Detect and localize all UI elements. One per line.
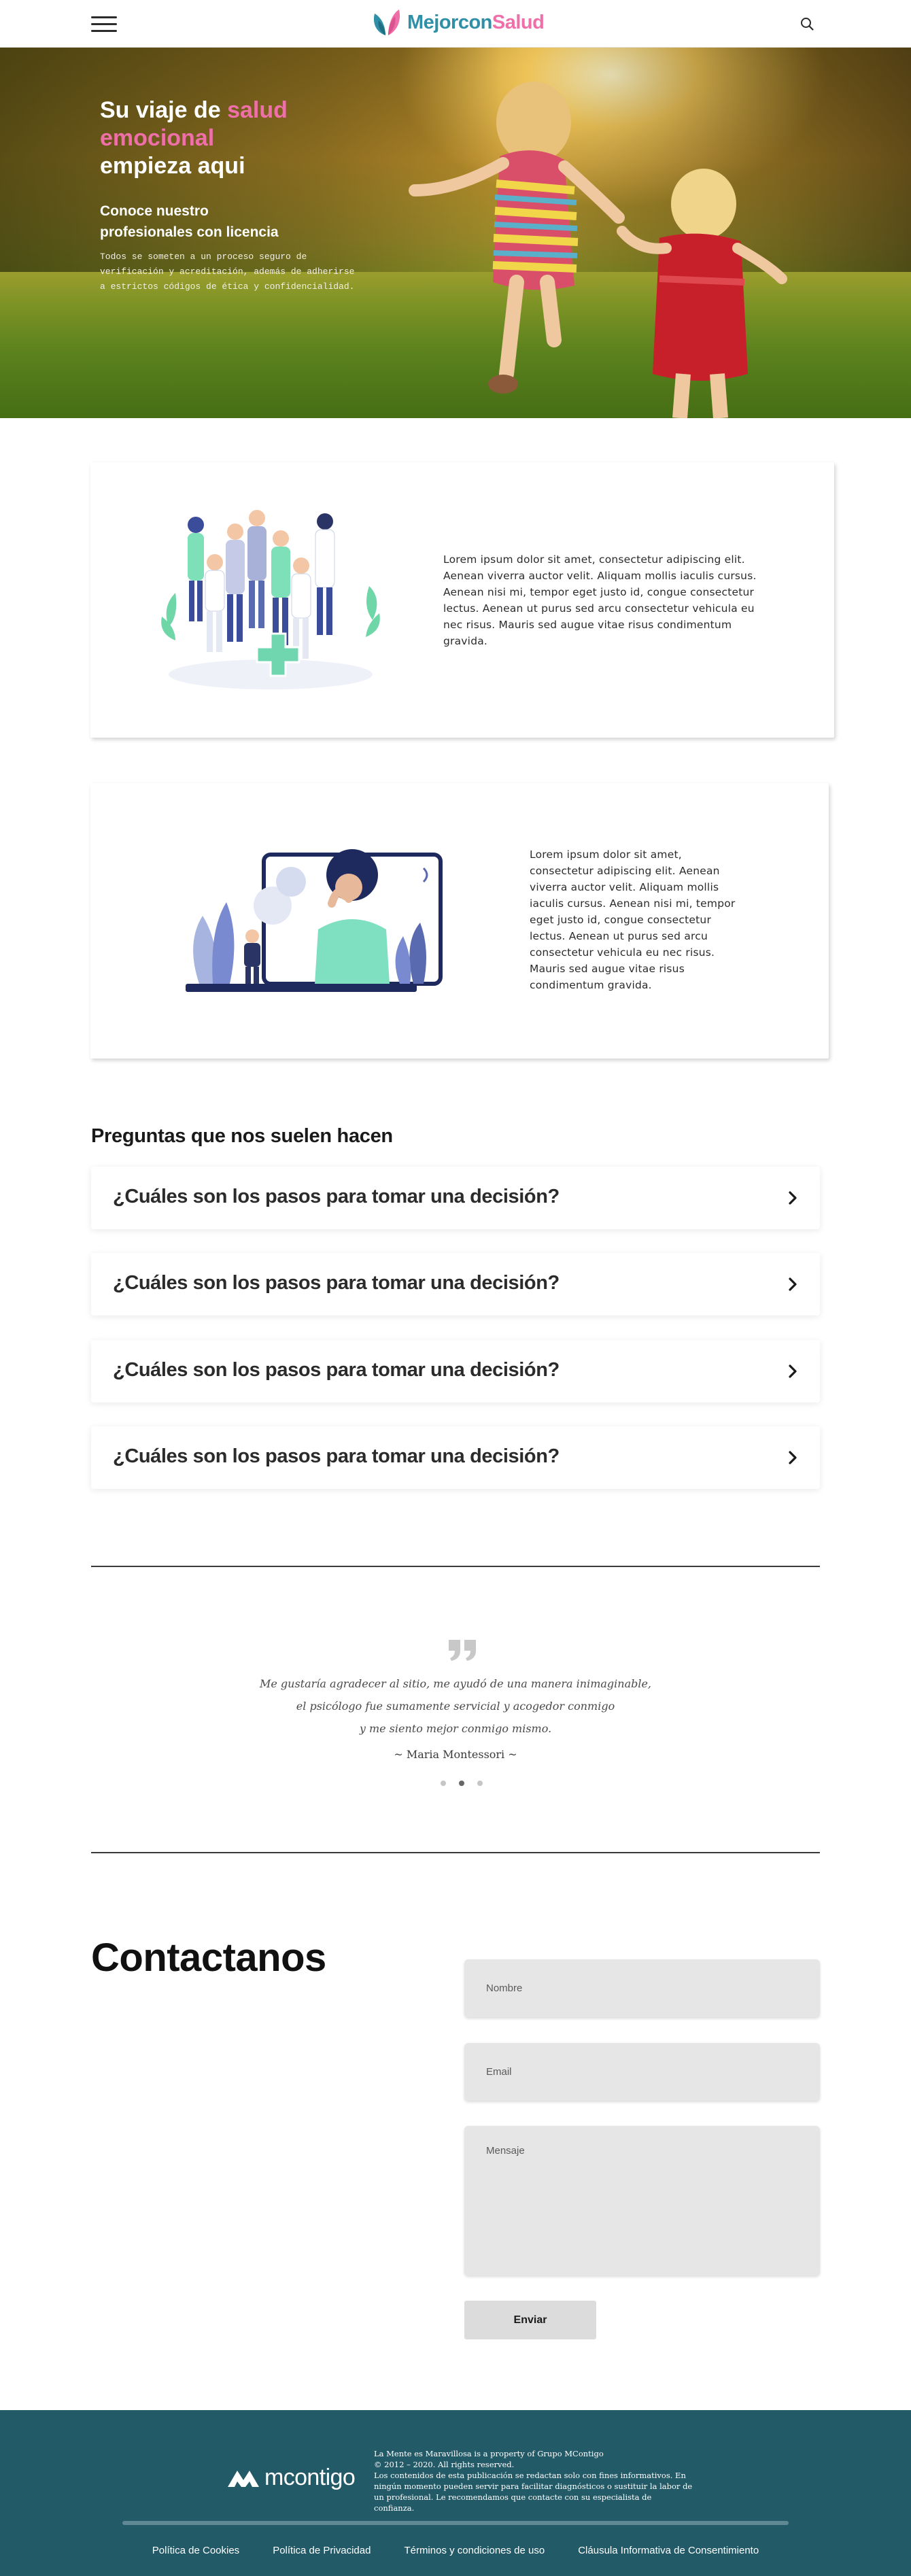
footer-logo[interactable]: mcontigo (226, 2465, 356, 2491)
faq-question: ¿Cuáles son los pasos para tomar una dec… (113, 1445, 560, 1467)
message-input[interactable] (464, 2126, 820, 2276)
logo-word-con: con (458, 11, 493, 33)
hero-title-highlight-emocional: emocional (100, 125, 215, 151)
testimonial-line2: el psicólogo fue sumamente servicial y a… (296, 1700, 615, 1713)
faq-question: ¿Cuáles son los pasos para tomar una dec… (113, 1186, 560, 1207)
chevron-right-icon (789, 1191, 797, 1205)
hero-title: Su viaje de salud emocional empieza aqui (100, 97, 331, 180)
faq-title: Preguntas que nos suelen hacen (91, 1125, 393, 1147)
carousel-dot-2[interactable] (459, 1781, 464, 1786)
video-consultation-illustration (186, 849, 443, 992)
faq-question: ¿Cuáles son los pasos para tomar una dec… (113, 1359, 560, 1381)
footer-link-privacy[interactable]: Política de Privacidad (273, 2545, 371, 2556)
contact-title: Contactanos (91, 1936, 326, 1980)
testimonial-quote: Me gustaría agradecer al sitio, me ayudó… (204, 1672, 707, 1740)
faq-item-3[interactable]: ¿Cuáles son los pasos para tomar una dec… (91, 1340, 820, 1403)
butterfly-icon (373, 10, 400, 35)
hamburger-menu-icon[interactable] (91, 16, 117, 34)
testimonial-author: ~ Maria Montessori ~ (394, 1748, 517, 1761)
faq-item-4[interactable]: ¿Cuáles son los pasos para tomar una dec… (91, 1426, 820, 1489)
hero-description: Todos se someten a un proceso seguro de … (100, 252, 355, 292)
chevron-right-icon (789, 1277, 797, 1291)
medical-team-illustration (161, 510, 380, 689)
children-running-image (409, 82, 787, 418)
chevron-right-icon (789, 1451, 797, 1464)
testimonial-line3: y me siento mejor conmigo mismo. (359, 1722, 552, 1735)
carousel-dot-3[interactable] (477, 1781, 483, 1786)
testimonial-line1: Me gustaría agradecer al sitio, me ayudó… (259, 1677, 652, 1690)
mcontigo-logo-icon (228, 2470, 259, 2487)
hero-subtitle-line2: profesionales con licencia (100, 224, 279, 240)
search-icon[interactable] (800, 16, 814, 31)
hero-title-highlight-salud: salud (227, 97, 288, 123)
feature-text: Lorem ipsum dolor sit amet, consectetur … (530, 848, 736, 991)
footer-link-cookies[interactable]: Política de Cookies (152, 2545, 239, 2556)
hero-title-suffix: empieza aqui (100, 153, 245, 179)
email-input[interactable] (464, 2043, 820, 2101)
footer-info-line2: © 2012 – 2020. All rights reserved. (374, 2460, 515, 2469)
quote-icon (449, 1640, 476, 1661)
faq-item-1[interactable]: ¿Cuáles son los pasos para tomar una dec… (91, 1167, 820, 1229)
send-button[interactable]: Enviar (464, 2301, 596, 2339)
footer-links: Política de Cookies Política de Privacid… (0, 2545, 911, 2556)
footer-info-line3: Los contenidos de esta publicación se re… (374, 2471, 693, 2513)
hero-banner: Su viaje de salud emocional empieza aqui… (0, 48, 911, 418)
site-header: MejorconSalud (0, 0, 911, 48)
hero-subtitle: Conoce nuestro profesionales con licenci… (100, 201, 304, 243)
feature-text: Lorem ipsum dolor sit amet, consectetur … (443, 553, 757, 647)
site-footer: mcontigo La Mente es Maravillosa is a pr… (0, 2410, 911, 2576)
site-logo[interactable]: MejorconSalud (371, 5, 545, 39)
footer-link-consent[interactable]: Cláusula Informativa de Consentimiento (578, 2545, 759, 2556)
chevron-right-icon (789, 1364, 797, 1378)
footer-info: La Mente es Maravillosa is a property of… (374, 2448, 693, 2513)
footer-info-line1: La Mente es Maravillosa is a property of… (374, 2449, 604, 2458)
feature-card-consultation: Lorem ipsum dolor sit amet, consectetur … (90, 783, 829, 1059)
name-input[interactable] (464, 1959, 820, 2017)
feature-card-team: Lorem ipsum dolor sit amet, consectetur … (90, 462, 834, 738)
logo-word-mejor: Mejor (407, 11, 458, 33)
carousel-dot-1[interactable] (441, 1781, 446, 1786)
footer-logo-text: mcontigo (264, 2465, 356, 2490)
hero-title-prefix: Su viaje de (100, 97, 228, 123)
faq-item-2[interactable]: ¿Cuáles son los pasos para tomar una dec… (91, 1253, 820, 1316)
section-divider-bottom (91, 1852, 820, 1853)
faq-question: ¿Cuáles son los pasos para tomar una dec… (113, 1272, 560, 1294)
carousel-dots (441, 1781, 483, 1786)
logo-word-salud: Salud (492, 11, 545, 33)
hero-subtitle-line1: Conoce nuestro (100, 203, 209, 219)
footer-link-terms[interactable]: Términos y condiciones de uso (404, 2545, 545, 2556)
section-divider-top (91, 1566, 820, 1567)
footer-divider (122, 2521, 789, 2525)
